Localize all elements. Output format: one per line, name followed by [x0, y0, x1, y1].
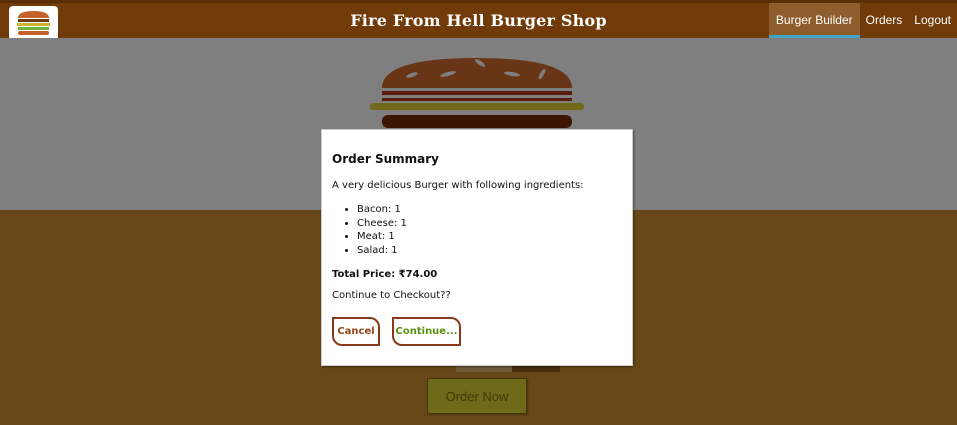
ingredient-salad: Salad: 1 — [357, 244, 622, 258]
nav-orders[interactable]: Orders — [860, 3, 909, 38]
modal-description: A very delicious Burger with following i… — [332, 180, 584, 191]
ingredient-list: Bacon: 1 Cheese: 1 Meat: 1 Salad: 1 — [332, 203, 622, 257]
toolbar: Fire From Hell Burger Shop Burger Builde… — [0, 0, 957, 41]
continue-button[interactable]: Continue... — [392, 317, 461, 346]
cancel-button[interactable]: Cancel — [332, 317, 380, 346]
modal-actions: Cancel Continue... — [332, 317, 622, 346]
nav-logout[interactable]: Logout — [908, 3, 957, 38]
main-nav: Burger Builder Orders Logout — [768, 3, 957, 38]
ingredient-meat: Meat: 1 — [357, 230, 622, 244]
ingredient-cheese: Cheese: 1 — [357, 217, 622, 231]
total-price: Total Price: ₹74.00 — [332, 269, 438, 280]
burger-logo-icon — [17, 11, 50, 35]
checkout-question: Continue to Checkout?? — [332, 290, 451, 301]
burger-logo[interactable] — [9, 6, 58, 41]
nav-burger-builder[interactable]: Burger Builder — [768, 3, 860, 38]
ingredient-bacon: Bacon: 1 — [357, 203, 622, 217]
order-summary-modal: Order Summary A very delicious Burger wi… — [321, 129, 633, 366]
modal-title: Order Summary — [332, 152, 439, 166]
